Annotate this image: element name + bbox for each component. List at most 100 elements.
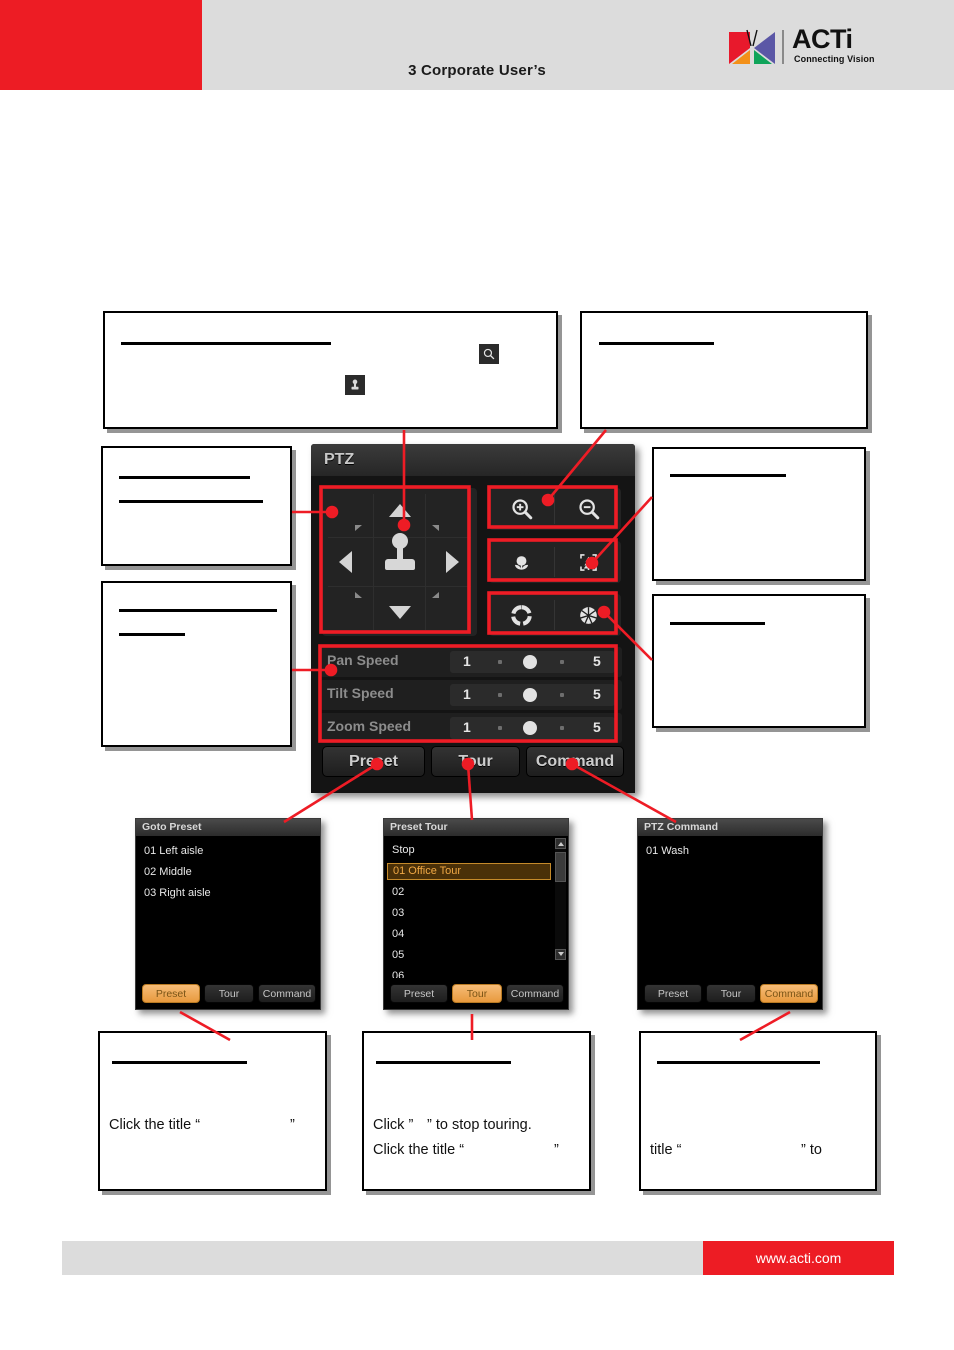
window-button-command[interactable]: Command (506, 984, 564, 1003)
callout-rule (376, 1061, 511, 1064)
zoom-speed-knob[interactable] (523, 721, 537, 735)
pan-speed-knob[interactable] (523, 655, 537, 669)
ptz-tab-preset[interactable]: Preset (322, 746, 425, 777)
acti-logo: ACTi Connecting Vision (728, 24, 876, 70)
footer-url[interactable]: www.acti.com (703, 1250, 894, 1266)
iris-open-button[interactable] (489, 594, 554, 636)
pan-up-right-button[interactable] (432, 525, 439, 531)
ptz-command-window: PTZ Command 01 Wash Preset Tour Command (637, 818, 823, 1010)
callout-text-line1a: title “ (650, 1142, 682, 1158)
iris-button-row (489, 594, 621, 636)
pan-speed-max: 5 (593, 653, 601, 669)
focus-near-button[interactable] (489, 541, 554, 583)
callout-rule (112, 1061, 247, 1064)
window-button-command[interactable]: Command (760, 984, 818, 1003)
tilt-speed-row[interactable]: Tilt Speed 1 5 (320, 680, 622, 710)
window-button-preset[interactable]: Preset (142, 984, 200, 1003)
command-list[interactable]: 01 Wash (638, 836, 822, 978)
iris-close-icon (580, 606, 597, 624)
list-item[interactable]: 06 (392, 970, 404, 978)
scroll-up-button[interactable] (555, 838, 566, 849)
window-button-command[interactable]: Command (258, 984, 316, 1003)
callout-mid-right-2 (652, 594, 866, 728)
callout-text-line2b: ” (554, 1142, 559, 1158)
ptz-tab-command[interactable]: Command (526, 746, 624, 777)
goto-preset-window: Goto Preset 01 Left aisle 02 Middle 03 R… (135, 818, 321, 1010)
focus-button-row (489, 541, 621, 583)
window-buttons: Preset Tour Command (384, 984, 568, 1006)
preset-list[interactable]: 01 Left aisle 02 Middle 03 Right aisle (136, 836, 320, 978)
logo-tagline: Connecting Vision (794, 54, 875, 64)
callout-top-right (580, 311, 868, 429)
window-button-tour[interactable]: Tour (706, 984, 756, 1003)
tilt-speed-slider[interactable]: 1 5 (450, 684, 615, 706)
magnifier-icon (483, 348, 495, 360)
list-item[interactable]: 02 (392, 886, 404, 898)
window-title: Goto Preset (142, 821, 202, 833)
callout-rule (119, 633, 185, 636)
ptz-tab-tour[interactable]: Tour (431, 746, 520, 777)
joystick-icon (351, 379, 359, 390)
list-item[interactable]: 01 Left aisle (144, 845, 203, 857)
pan-left-button[interactable] (339, 551, 352, 573)
zoom-speed-max: 5 (593, 719, 601, 735)
ptz-titlebar: PTZ (311, 444, 635, 476)
window-button-tour[interactable]: Tour (452, 984, 502, 1003)
scroll-down-button[interactable] (555, 949, 566, 960)
pan-speed-row[interactable]: Pan Speed 1 5 (320, 647, 622, 677)
window-button-preset[interactable]: Preset (644, 984, 702, 1003)
ptz-panel: PTZ Pan Speed 1 5 Tilt Speed 1 5 Zoom Sp… (311, 444, 635, 793)
pan-speed-slider[interactable]: 1 5 (450, 651, 615, 673)
pan-down-left-button[interactable] (355, 592, 362, 598)
callout-rule (119, 476, 250, 479)
window-titlebar: Preset Tour (384, 819, 568, 836)
pan-right-button[interactable] (446, 551, 459, 573)
tour-list-scrollbar[interactable] (555, 838, 566, 960)
list-item[interactable]: 04 (392, 928, 404, 940)
focus-near-icon (514, 555, 529, 570)
zoom-in-button[interactable] (489, 488, 554, 530)
window-button-tour[interactable]: Tour (204, 984, 254, 1003)
pan-down-right-button[interactable] (432, 592, 439, 598)
joystick-icon[interactable] (385, 533, 415, 573)
zoom-button-row (489, 488, 621, 530)
logo-divider (782, 30, 784, 64)
zoom-speed-label: Zoom Speed (327, 718, 412, 734)
pan-down-button[interactable] (389, 606, 411, 619)
window-buttons: Preset Tour Command (638, 984, 822, 1006)
iris-close-button[interactable] (556, 594, 621, 636)
pan-speed-label: Pan Speed (327, 652, 399, 668)
zoom-speed-row[interactable]: Zoom Speed 1 5 (320, 713, 622, 743)
zoom-speed-slider[interactable]: 1 5 (450, 717, 615, 739)
list-item-selected[interactable]: 01 Office Tour (387, 863, 551, 880)
tour-list[interactable]: Stop 01 Office Tour 02 03 04 05 06 (384, 836, 568, 978)
window-title: Preset Tour (390, 821, 448, 833)
magnifier-icon-chip (479, 344, 499, 364)
callout-text-line1b: ” to stop touring. (427, 1117, 532, 1133)
direction-pad[interactable] (322, 488, 477, 636)
window-button-preset[interactable]: Preset (390, 984, 448, 1003)
pan-up-button[interactable] (389, 504, 411, 517)
zoom-out-icon (578, 499, 599, 520)
tilt-speed-knob[interactable] (523, 688, 537, 702)
pan-up-left-button[interactable] (355, 525, 362, 531)
callout-mid-left-1 (101, 446, 292, 566)
callout-rule (670, 622, 765, 625)
list-item[interactable]: 03 Right aisle (144, 887, 211, 899)
focus-far-icon (580, 553, 597, 571)
callout-mid-left-2 (101, 581, 292, 747)
list-item[interactable]: 03 (392, 907, 404, 919)
callout-text-line1a: Click ” (373, 1117, 414, 1133)
focus-far-button[interactable] (556, 541, 621, 583)
list-item[interactable]: 02 Middle (144, 866, 192, 878)
zoom-out-button[interactable] (556, 488, 621, 530)
callout-text-close-quote: ” (290, 1117, 295, 1133)
callout-rule (119, 500, 263, 503)
window-titlebar: Goto Preset (136, 819, 320, 836)
list-item[interactable]: 01 Wash (646, 845, 689, 857)
list-item[interactable]: Stop (392, 844, 415, 856)
scrollbar-thumb[interactable] (555, 852, 566, 882)
callout-text: Click the title “ (109, 1117, 201, 1133)
callout-bottom-center: Click ” ” to stop touring. Click the tit… (362, 1031, 591, 1191)
list-item[interactable]: 05 (392, 949, 404, 961)
